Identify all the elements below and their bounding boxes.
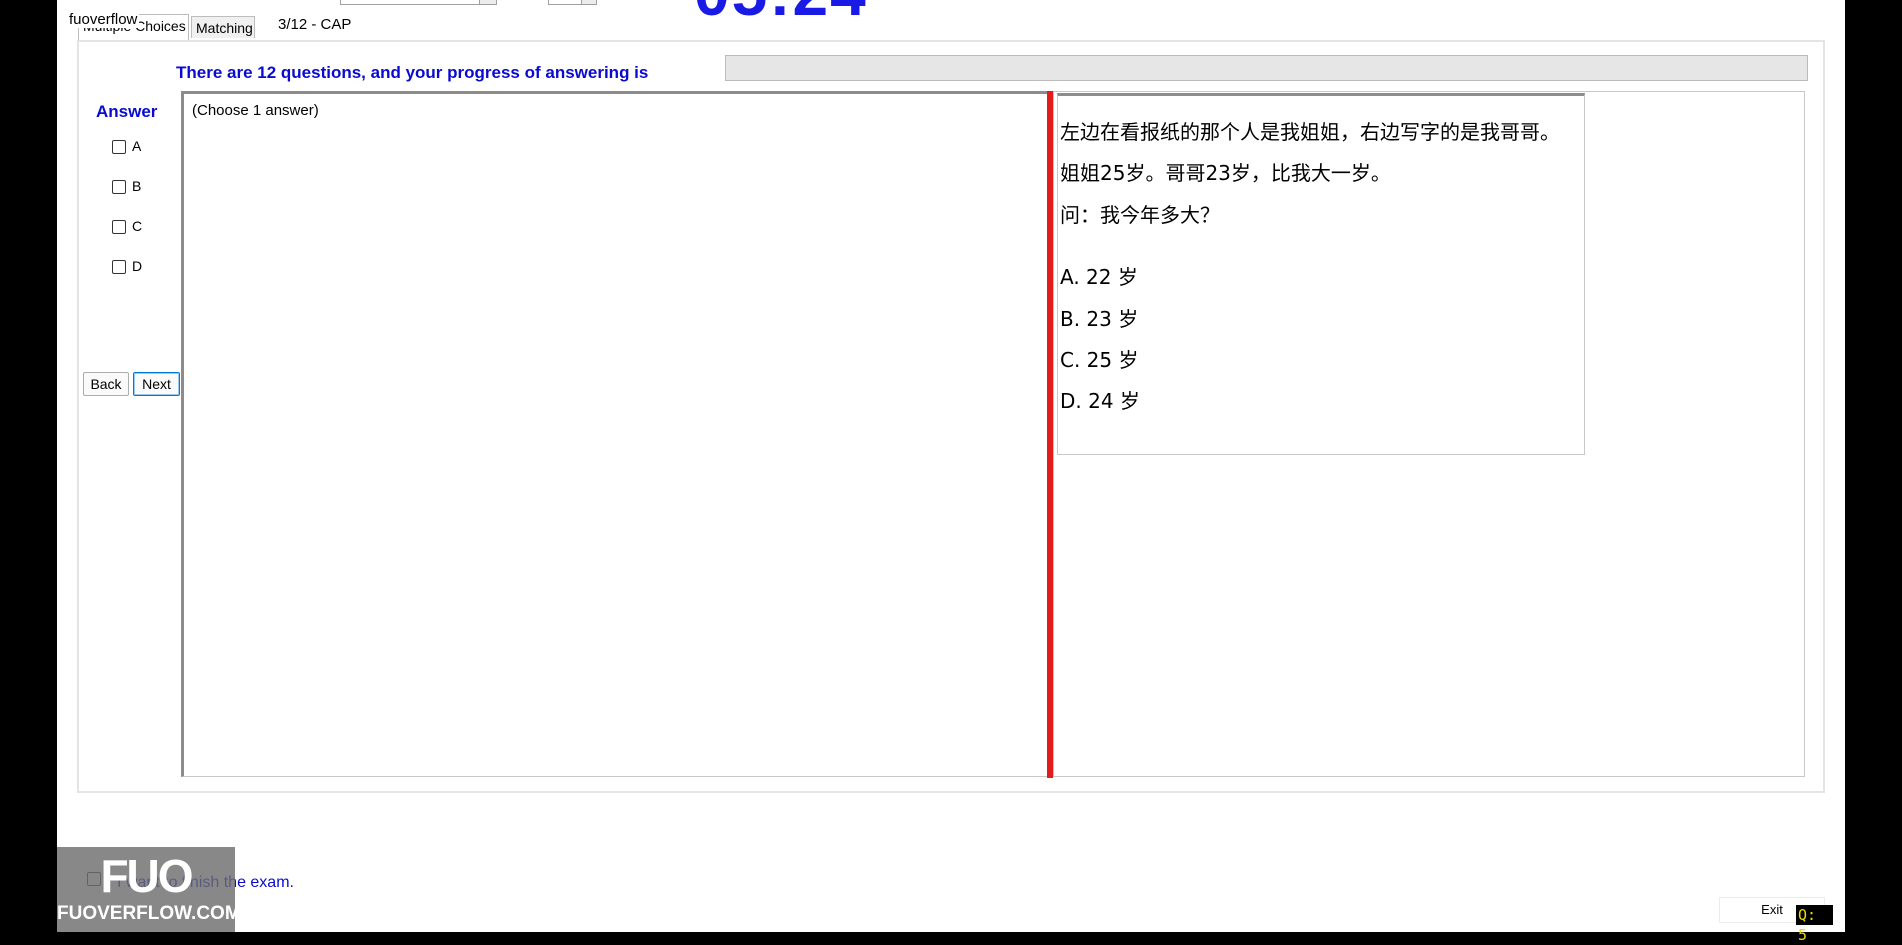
watermark-logo: FUO	[100, 850, 193, 902]
question-option: A. 22 岁	[1060, 265, 1138, 289]
spin-arrow-icon[interactable]	[581, 0, 596, 4]
progress-label: There are 12 questions, and your progres…	[176, 63, 649, 82]
exam-window: 05:24 Multiple Choices Matching fuoverfl…	[57, 0, 1845, 932]
answer-option-label: C	[132, 218, 143, 234]
checkbox-c[interactable]	[112, 220, 126, 235]
answer-option-label: D	[132, 258, 143, 274]
answer-option-b[interactable]: B	[112, 178, 141, 196]
answer-pane: (Choose 1 answer)	[181, 91, 1049, 777]
back-button[interactable]: Back	[83, 372, 129, 396]
question-badge: Q: 5	[1796, 905, 1833, 944]
question-line: 姐姐25岁。哥哥23岁，比我大一岁。	[1060, 161, 1391, 185]
answer-option-d[interactable]: D	[112, 258, 142, 276]
combo-arrow-icon[interactable]	[479, 0, 496, 4]
checkbox-a[interactable]	[112, 140, 126, 155]
watermark-text: FUOVERFLOW.COM	[57, 903, 241, 924]
next-button[interactable]: Next	[133, 372, 180, 396]
tab-matching[interactable]: Matching	[191, 16, 255, 38]
top-combo-box[interactable]	[340, 0, 497, 5]
brand-label: fuoverflow	[67, 11, 140, 28]
answer-option-label: B	[132, 178, 142, 194]
question-line: 左边在看报纸的那个人是我姐姐，右边写字的是我哥哥。	[1060, 120, 1560, 144]
question-option: B. 23 岁	[1060, 307, 1139, 331]
question-option: D. 24 岁	[1060, 389, 1140, 413]
question-content: 左边在看报纸的那个人是我姐姐，右边写字的是我哥哥。 姐姐25岁。哥哥23岁，比我…	[1057, 93, 1585, 455]
question-option: C. 25 岁	[1060, 348, 1139, 372]
progress-bar	[725, 55, 1808, 81]
answer-option-a[interactable]: A	[112, 138, 141, 156]
answer-option-c[interactable]: C	[112, 218, 142, 236]
checkbox-b[interactable]	[112, 180, 126, 195]
timer: 05:24	[694, 0, 868, 30]
choose-instruction: (Choose 1 answer)	[192, 102, 319, 119]
question-number: 3/12 - CAP	[278, 16, 352, 33]
checkbox-d[interactable]	[112, 260, 126, 275]
top-spin-box[interactable]	[548, 0, 597, 5]
answer-label: Answer	[96, 102, 158, 121]
answer-option-label: A	[132, 138, 142, 154]
watermark: FUO FUOVERFLOW.COM	[57, 847, 241, 932]
question-line: 问：我今年多大？	[1060, 203, 1220, 227]
